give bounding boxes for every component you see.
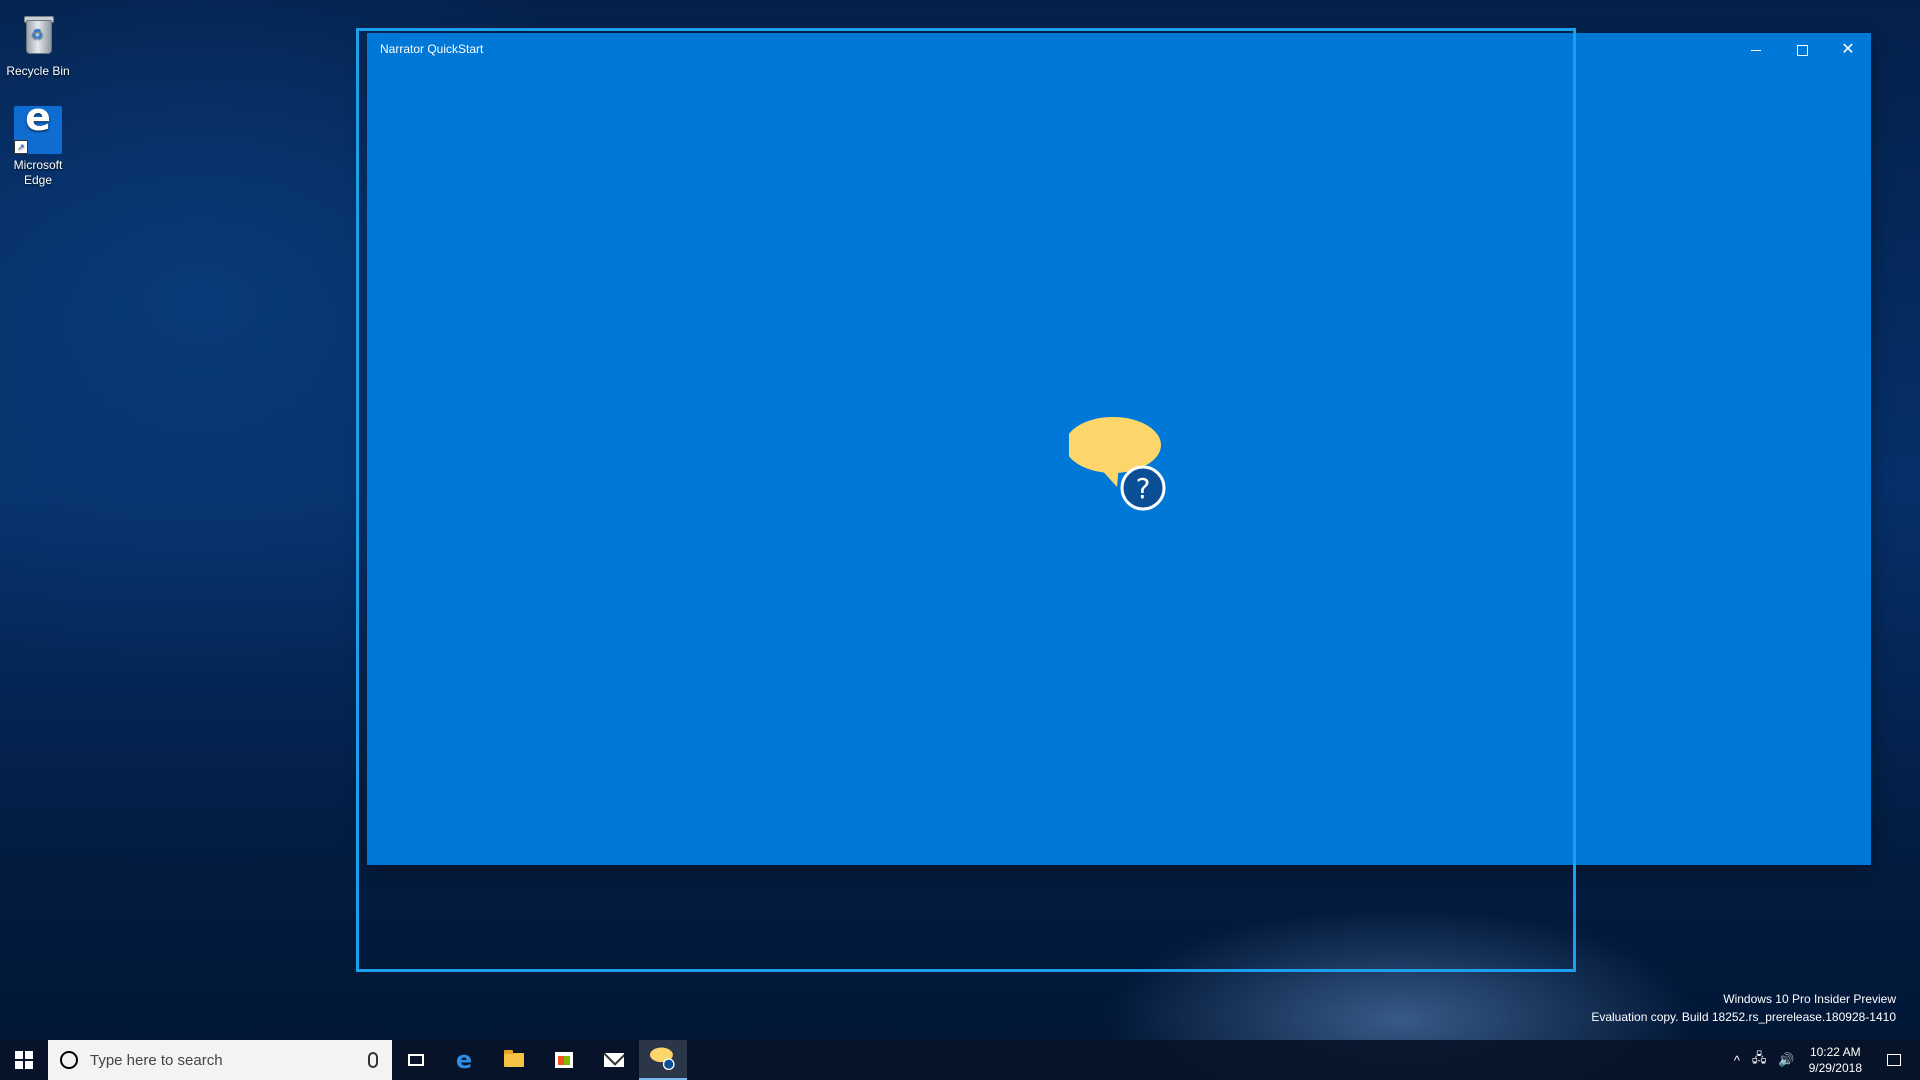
clock-time: 10:22 AM (1809, 1045, 1861, 1059)
close-icon: ✕ (1841, 41, 1855, 58)
clock-date: 9/29/2018 (1808, 1061, 1862, 1075)
store-bag-icon (555, 1052, 573, 1068)
taskbar-store-button[interactable] (540, 1040, 588, 1080)
edge-icon: e (455, 1046, 473, 1074)
watermark-build: Evaluation copy. Build 18252.rs_prerelea… (1591, 1010, 1896, 1024)
title-bar[interactable]: Narrator QuickStart ✕ (367, 33, 1871, 65)
recycle-bin-icon (14, 12, 62, 60)
folder-icon (504, 1050, 524, 1067)
action-center-button[interactable] (1876, 1040, 1912, 1080)
build-watermark: Windows 10 Pro Insider Preview Evaluatio… (1591, 990, 1896, 1026)
network-icon[interactable]: 🖧 (1752, 1049, 1767, 1071)
taskbar-edge-button[interactable]: e (440, 1040, 488, 1080)
maximize-icon (1796, 44, 1808, 56)
window-title: Narrator QuickStart (380, 42, 484, 56)
start-button[interactable] (0, 1040, 48, 1080)
narrator-help-logo-icon: ? (1069, 417, 1166, 511)
minimize-icon (1751, 49, 1761, 51)
microphone-icon[interactable] (368, 1052, 378, 1068)
windows-logo-icon (15, 1051, 33, 1069)
taskbar: Type here to search e ^ 🖧 🔊 10:22 AM 9/2… (0, 1040, 1920, 1080)
taskbar-narrator-quickstart-button[interactable] (639, 1040, 687, 1080)
taskbar-clock[interactable]: 10:22 AM 9/29/2018 (1809, 1044, 1862, 1076)
shortcut-arrow-icon: ↗ (14, 140, 28, 154)
narrator-help-logo-icon (650, 1047, 675, 1071)
task-view-icon (408, 1054, 424, 1066)
maximize-button[interactable] (1779, 33, 1825, 65)
close-button[interactable]: ✕ (1825, 33, 1871, 65)
search-placeholder: Type here to search (90, 1051, 223, 1069)
task-view-button[interactable] (392, 1040, 440, 1080)
desktop-icon-label: Microsoft Edge (13, 158, 63, 187)
minimize-button[interactable] (1733, 33, 1779, 65)
desktop-icon-recycle-bin[interactable]: Recycle Bin (6, 6, 70, 79)
taskbar-file-explorer-button[interactable] (490, 1040, 538, 1080)
help-question-mark: ? (1136, 472, 1151, 505)
desktop-icon-microsoft-edge[interactable]: e ↗ Microsoft Edge (6, 98, 70, 188)
mail-envelope-icon (604, 1053, 624, 1067)
system-tray: ^ 🖧 🔊 10:22 AM 9/29/2018 (1728, 1040, 1872, 1080)
desktop-icon-label: Recycle Bin (6, 64, 70, 78)
taskbar-search-box[interactable]: Type here to search (48, 1040, 392, 1080)
edge-icon: e ↗ (14, 98, 62, 154)
taskbar-mail-button[interactable] (590, 1040, 638, 1080)
notification-icon (1887, 1054, 1901, 1066)
watermark-edition: Windows 10 Pro Insider Preview (1723, 992, 1896, 1006)
narrator-quickstart-window: Narrator QuickStart ✕ ? (367, 33, 1871, 865)
cortana-icon (60, 1051, 78, 1069)
volume-icon[interactable]: 🔊 (1778, 1052, 1794, 1068)
show-hidden-icons-chevron-icon[interactable]: ^ (1734, 1053, 1740, 1068)
